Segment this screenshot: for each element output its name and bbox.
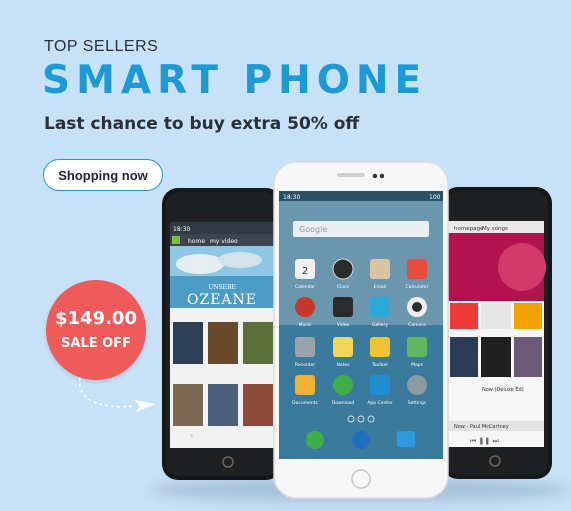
app-label: Video (337, 322, 350, 328)
phone-right: homepage My songs Now (Deluxe Ed) Now - … (440, 183, 554, 483)
clock-icon[interactable] (332, 258, 354, 280)
phone-left: 18:30 home my video UNSERE OZEANE ‹ (160, 184, 285, 484)
movie-title: OZEANE (187, 292, 257, 308)
gallery-icon[interactable] (370, 297, 390, 317)
app-label: Camera (408, 322, 426, 328)
headline: SMART PHONE (42, 58, 428, 103)
app-label: Email (374, 284, 387, 290)
app-label: Calculator (406, 284, 429, 290)
left-tab-home: home (188, 238, 205, 245)
app-label: Music (299, 322, 312, 328)
calculator-icon[interactable] (407, 259, 427, 279)
left-tab-my-video: my video (210, 238, 238, 245)
player-controls[interactable]: ⏮ ❚❚ ⏭ (470, 437, 499, 445)
messages-icon[interactable] (397, 431, 415, 447)
price-badge: $149.00 SALE OFF (46, 280, 146, 380)
promo-banner: TOP SELLERS SMART PHONE Last chance to b… (0, 0, 571, 511)
app-label: Maps (411, 362, 423, 368)
documents-icon[interactable] (295, 375, 315, 395)
download-icon[interactable] (333, 375, 353, 395)
settings-icon[interactable] (407, 375, 427, 395)
right-tab-my-songs: My songs (482, 226, 508, 232)
battery-level: 100 (429, 194, 441, 201)
email-icon[interactable] (370, 259, 390, 279)
app-label: Download (332, 400, 355, 406)
curved-arrow-icon (78, 377, 156, 412)
player-caption: Now - Paul McCartney (454, 424, 509, 430)
music-icon[interactable] (295, 297, 315, 317)
shopping-now-button[interactable]: Shopping now (43, 159, 163, 191)
album-caption: Now (Deluxe Ed) (482, 387, 524, 393)
app-label: Notes (337, 362, 351, 368)
search-placeholder[interactable]: Google (299, 225, 327, 234)
maps-icon[interactable] (407, 337, 427, 357)
price-text: $149.00 (55, 308, 137, 329)
calendar-day: 2 (302, 266, 308, 277)
app-label: Settings (408, 400, 427, 406)
app-label: Toolbar (371, 362, 388, 368)
toolbar-icon[interactable] (370, 337, 390, 357)
contacts-icon[interactable] (352, 431, 370, 449)
movie-title-small: UNSERE (208, 284, 236, 291)
right-tab-homepage: homepage (454, 226, 484, 232)
app-center-icon[interactable] (370, 375, 390, 395)
app-label: Calendar (295, 284, 315, 290)
kicker-text: TOP SELLERS (44, 38, 159, 55)
app-label: Recorder (295, 362, 315, 368)
app-label: Gallery (372, 322, 388, 328)
app-label: App Center (367, 400, 393, 406)
phone-center: 18:30 100 Google 2 Calendar Clock Email … (271, 159, 451, 501)
app-label: Clock (337, 284, 350, 290)
app-label: Documents (292, 400, 318, 406)
phone-call-icon[interactable] (306, 431, 324, 449)
android-icon (172, 236, 180, 244)
back-icon[interactable]: ‹ (190, 431, 194, 441)
sale-off-text: SALE OFF (61, 336, 131, 351)
left-status-time: 18:30 (173, 226, 190, 233)
video-icon[interactable] (333, 297, 353, 317)
notes-icon[interactable] (333, 337, 353, 357)
center-status-time: 18:30 (283, 194, 300, 201)
tagline: Last chance to buy extra 50% off (44, 114, 360, 134)
recorder-icon[interactable] (295, 337, 315, 357)
